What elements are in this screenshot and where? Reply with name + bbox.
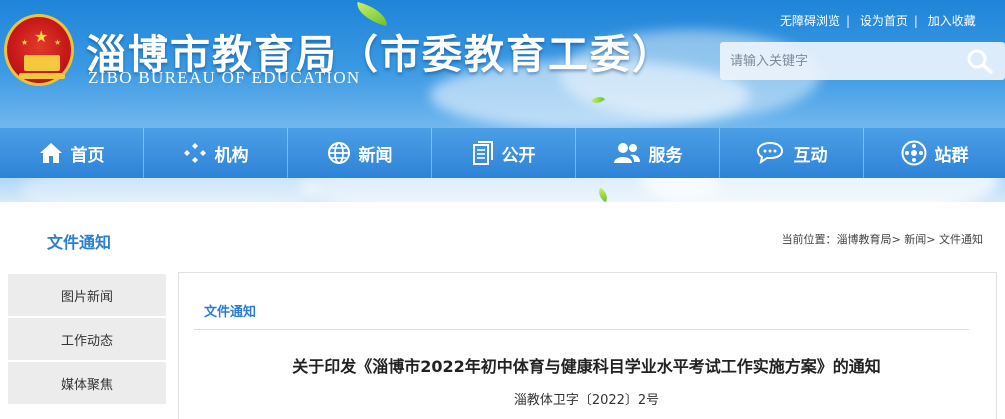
breadcrumb-separator: > [926,233,936,246]
nav-item-service[interactable]: 服务 [576,128,720,178]
nav-item-label: 新闻 [358,145,393,166]
nav-item-label: 服务 [648,145,683,166]
site-title-english: ZIBO BUREAU OF EDUCATION [88,68,361,87]
divider [194,329,969,330]
sidebar-item-photo-news[interactable]: 图片新闻 [8,274,166,316]
home-icon [39,143,62,163]
breadcrumb-home-link[interactable]: 淄博教育局 [837,233,892,246]
nav-item-news[interactable]: 新闻 [288,128,432,178]
add-favorite-link[interactable]: 加入收藏 [928,14,976,28]
sidebar-item-work-updates[interactable]: 工作动态 [8,318,166,360]
national-emblem-icon: ★ ★ ★ [4,14,74,86]
nav-item-public[interactable]: 公开 [432,128,576,178]
accessibility-link[interactable]: 无障碍浏览 [780,14,840,28]
article-category-label: 文件通知 [204,305,257,320]
breadcrumb-separator: > [891,233,901,246]
top-links: 无障碍浏览 | 设为首页 | 加入收藏 [780,12,976,29]
document-icon [472,141,493,165]
chat-icon [756,141,783,165]
nav-item-label: 公开 [501,145,536,166]
search-box [720,42,1005,80]
people-icon [613,143,640,163]
nav-item-interact[interactable]: 互动 [720,128,864,178]
header-banner: ★ ★ ★ 淄博市教育局（市委教育工委） ZIBO BUREAU OF EDUCAT… [0,0,1005,202]
breadcrumb-prefix: 当前位置： [781,233,837,246]
globe-icon [327,142,350,164]
network-icon [901,140,926,166]
org-icon [183,143,206,163]
breadcrumb-news-link[interactable]: 新闻 [904,233,926,246]
nav-item-label: 机构 [214,145,249,166]
nav-item-sites[interactable]: 站群 [864,128,1005,178]
nav-item-label: 互动 [793,145,828,166]
search-input[interactable] [720,42,960,80]
sidebar-item-media-focus[interactable]: 媒体聚焦 [8,362,166,404]
nav-item-label: 站群 [934,145,969,166]
nav-item-home[interactable]: 首页 [0,128,144,178]
nav-item-org[interactable]: 机构 [144,128,288,178]
nav-item-label: 首页 [70,145,105,166]
sidebar: 图片新闻 工作动态 媒体聚焦 [8,274,166,406]
main-nav: 首页 机构 新闻 公开 服务 互动 站群 [0,128,1005,178]
set-homepage-link[interactable]: 设为首页 [860,14,908,28]
link-separator: | [846,14,851,28]
breadcrumb-current-link[interactable]: 文件通知 [939,233,983,246]
section-title: 文件通知 [47,233,112,252]
article-title: 关于印发《淄博市2022年初中体育与健康科目学业水平考试工作实施方案》的通知 [292,357,881,376]
article-panel: 文件通知 关于印发《淄博市2022年初中体育与健康科目学业水平考试工作实施方案》… [178,272,997,419]
breadcrumb: 当前位置：淄博教育局> 新闻> 文件通知 [782,231,983,247]
search-icon[interactable] [966,48,994,74]
document-number: 淄教体卫字〔2022〕2号 [513,393,660,408]
link-separator: | [913,14,918,28]
